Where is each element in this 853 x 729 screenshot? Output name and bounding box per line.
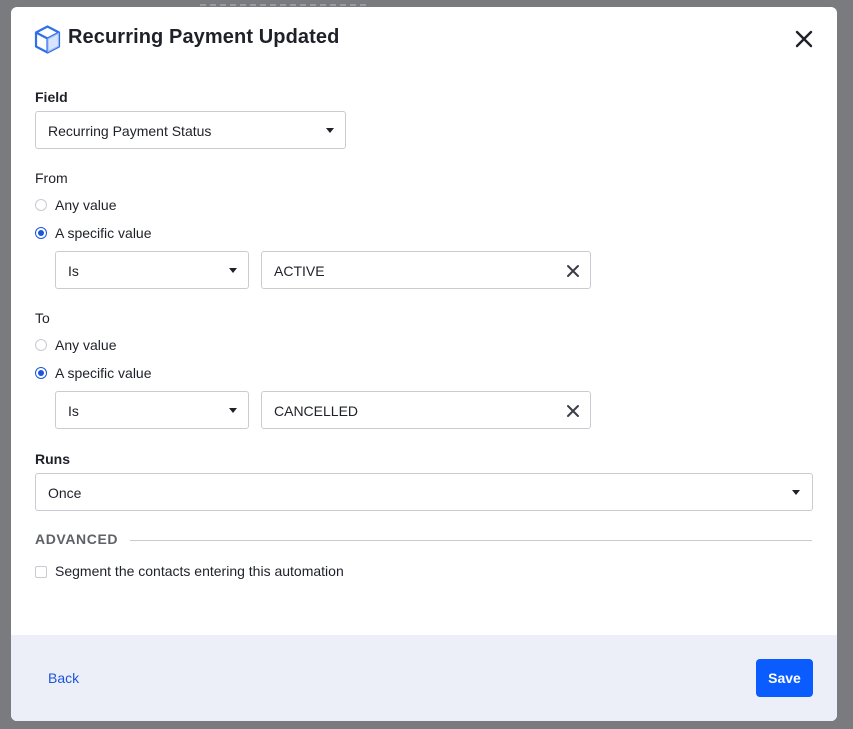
background-dashed-line [200,4,366,6]
from-value-input[interactable]: ACTIVE [261,251,591,289]
modal-title: Recurring Payment Updated [68,26,340,48]
chevron-down-icon [326,128,334,133]
field-select[interactable]: Recurring Payment Status [35,111,346,149]
advanced-heading: ADVANCED [35,531,119,547]
back-button[interactable]: Back [48,670,79,686]
close-icon[interactable] [792,27,816,51]
modal-footer: Back Save [11,635,837,721]
modal-dialog: Recurring Payment Updated Field Recurrin… [11,7,837,721]
modal-header: Recurring Payment Updated [11,7,837,69]
runs-label: Runs [35,451,70,467]
to-operator-select[interactable]: Is [55,391,249,429]
to-operator-value: Is [68,403,79,419]
radio-label: Any value [55,197,117,213]
from-operator-select[interactable]: Is [55,251,249,289]
field-select-value: Recurring Payment Status [48,123,212,139]
to-value-input[interactable]: CANCELLED [261,391,591,429]
from-label: From [35,170,68,186]
radio-label: A specific value [55,225,152,241]
runs-select[interactable]: Once [35,473,813,511]
field-label: Field [35,89,68,105]
runs-select-value: Once [48,485,82,501]
clear-icon[interactable] [566,264,580,278]
chevron-down-icon [229,408,237,413]
radio-label: A specific value [55,365,152,381]
to-value-text: CANCELLED [274,403,359,419]
to-label: To [35,310,50,326]
from-operator-value: Is [68,263,79,279]
divider [130,540,812,541]
clear-icon[interactable] [566,404,580,418]
checkbox-label: Segment the contacts entering this autom… [55,563,344,579]
chevron-down-icon [792,490,800,495]
radio-button[interactable] [35,339,47,351]
cube-icon [34,25,61,54]
save-button[interactable]: Save [756,659,813,697]
segment-contacts-checkbox[interactable] [35,566,47,578]
radio-button-selected[interactable] [35,227,47,239]
from-value-text: ACTIVE [274,263,325,279]
radio-button[interactable] [35,199,47,211]
chevron-down-icon [229,268,237,273]
radio-button-selected[interactable] [35,367,47,379]
radio-label: Any value [55,337,117,353]
